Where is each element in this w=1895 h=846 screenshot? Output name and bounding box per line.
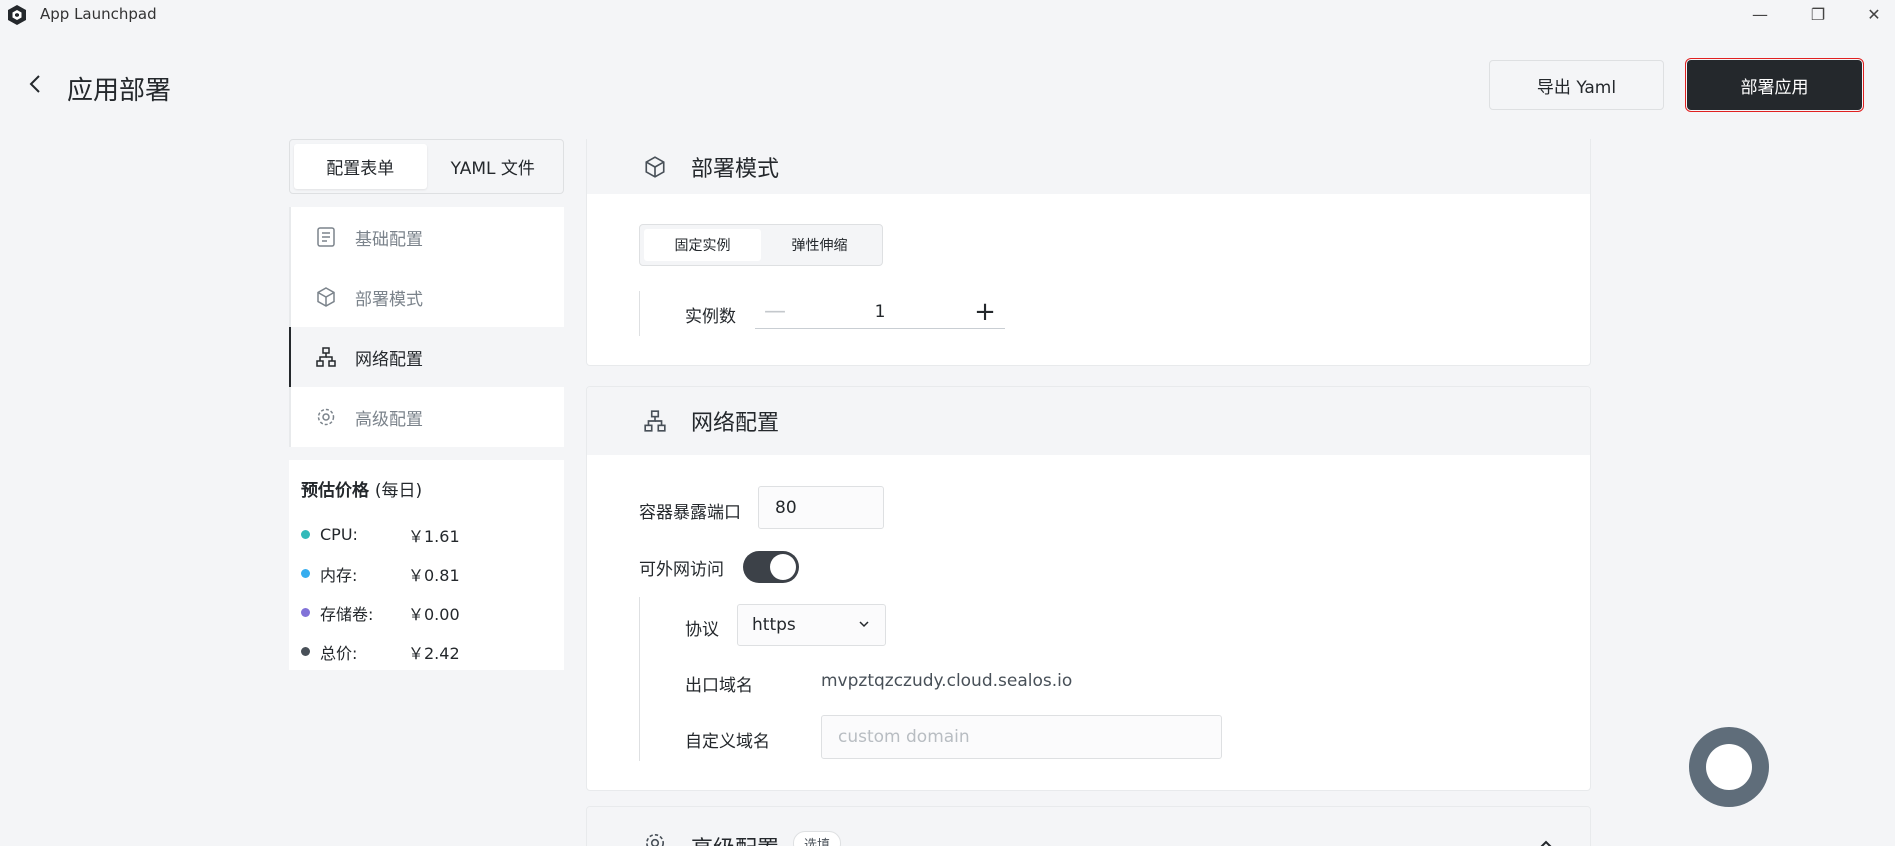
domain-label: 出口域名 xyxy=(685,676,753,696)
tab-config-form[interactable]: 配置表单 xyxy=(294,144,427,189)
minimize-button[interactable]: — xyxy=(1737,0,1783,28)
config-mode-tabs: 配置表单 YAML 文件 xyxy=(289,139,564,194)
nav-item-basic-config[interactable]: 基础配置 xyxy=(291,207,564,267)
port-input[interactable]: 80 xyxy=(758,486,884,529)
price-value: ￥2.42 xyxy=(408,643,460,663)
option-fixed-instance[interactable]: 固定实例 xyxy=(644,229,761,261)
network-config-card: 网络配置 容器暴露端口 80 可外网访问 协议 https 出口域名 mvpzt… xyxy=(586,386,1591,791)
nav-item-deploy-mode[interactable]: 部署模式 xyxy=(291,267,564,327)
price-estimate-panel: 预估价格 (每日) CPU: ￥1.61 内存: ￥0.81 存储卷: ￥0.0… xyxy=(289,460,564,670)
back-arrow-icon[interactable] xyxy=(24,72,48,96)
protocol-value: https xyxy=(752,615,796,635)
toggle-knob xyxy=(770,554,796,580)
divider xyxy=(639,597,640,761)
price-label: 存储卷: xyxy=(320,604,374,624)
network-icon xyxy=(644,410,666,432)
close-icon: ✕ xyxy=(1867,4,1881,24)
window-titlebar: App Launchpad — ❐ ✕ xyxy=(0,0,1895,30)
assistant-icon xyxy=(1706,744,1752,790)
nav-item-label: 网络配置 xyxy=(355,349,423,370)
price-label: CPU: xyxy=(320,525,358,544)
minimize-icon: — xyxy=(1752,4,1768,24)
price-row-storage: 存储卷: ￥0.00 xyxy=(301,593,552,632)
gear-icon xyxy=(646,834,664,846)
nav-item-network-config[interactable]: 网络配置 xyxy=(289,327,564,387)
advanced-config-header[interactable]: 高级配置 选填 xyxy=(587,807,1590,846)
gear-icon xyxy=(317,408,335,426)
instances-value[interactable]: 1 xyxy=(795,302,965,322)
document-icon xyxy=(317,227,335,247)
public-access-label: 可外网访问 xyxy=(639,560,724,580)
custom-domain-input[interactable]: custom domain xyxy=(821,715,1222,759)
protocol-select[interactable]: https xyxy=(737,604,886,646)
status-dot xyxy=(301,608,310,617)
custom-domain-label: 自定义域名 xyxy=(685,732,770,752)
nav-item-label: 高级配置 xyxy=(355,409,423,430)
chevron-down-icon xyxy=(859,621,869,628)
price-title: 预估价格 (每日) xyxy=(301,476,552,501)
price-value: ￥0.00 xyxy=(408,604,460,624)
close-button[interactable]: ✕ xyxy=(1851,0,1895,28)
tab-yaml-file[interactable]: YAML 文件 xyxy=(427,144,560,189)
optional-badge: 选填 xyxy=(793,831,842,846)
port-label: 容器暴露端口 xyxy=(639,503,741,523)
plus-icon[interactable]: + xyxy=(965,297,1005,327)
network-config-header: 网络配置 xyxy=(587,387,1590,455)
nav-item-label: 部署模式 xyxy=(355,289,423,310)
price-subtitle: (每日) xyxy=(374,481,423,501)
status-dot xyxy=(301,647,310,656)
section-nav: 基础配置 部署模式 网络配置 高级配置 xyxy=(289,207,564,447)
deploy-mode-card: 部署模式 固定实例 弹性伸缩 实例数 — 1 + xyxy=(586,139,1591,366)
app-launchpad-icon xyxy=(8,5,26,25)
floating-assistant-button[interactable] xyxy=(1689,727,1769,807)
minus-icon[interactable]: — xyxy=(755,299,795,324)
price-label: 总价: xyxy=(320,643,358,663)
price-row-memory: 内存: ￥0.81 xyxy=(301,554,552,593)
public-access-toggle[interactable] xyxy=(743,551,799,583)
maximize-button[interactable]: ❐ xyxy=(1795,0,1841,28)
deploy-mode-header: 部署模式 xyxy=(587,139,1590,194)
price-title-text: 预估价格 xyxy=(301,481,369,501)
deploy-app-button[interactable]: 部署应用 xyxy=(1685,58,1864,112)
cube-icon xyxy=(317,287,335,307)
price-label: 内存: xyxy=(320,565,358,585)
status-dot xyxy=(301,530,310,539)
window-title: App Launchpad xyxy=(40,5,157,23)
chevron-up-icon[interactable] xyxy=(1536,835,1556,846)
status-dot xyxy=(301,569,310,578)
page-title: 应用部署 xyxy=(67,76,172,106)
nav-item-advanced-config[interactable]: 高级配置 xyxy=(291,387,564,447)
price-value: ￥0.81 xyxy=(408,565,460,585)
card-title: 高级配置 xyxy=(691,831,779,846)
nav-item-label: 基础配置 xyxy=(355,229,423,250)
price-row-total: 总价: ￥2.42 xyxy=(301,632,552,671)
card-title: 网络配置 xyxy=(691,411,780,436)
export-yaml-button[interactable]: 导出 Yaml xyxy=(1489,60,1664,110)
card-title: 部署模式 xyxy=(691,156,780,182)
price-value: ￥1.61 xyxy=(408,526,460,546)
option-autoscale[interactable]: 弹性伸缩 xyxy=(761,229,878,261)
cube-icon xyxy=(645,155,665,178)
maximize-icon: ❐ xyxy=(1810,4,1826,24)
divider xyxy=(639,291,640,336)
domain-value: mvpztqzczudy.cloud.sealos.io xyxy=(821,671,1073,691)
network-icon xyxy=(316,347,336,367)
deploy-mode-switch: 固定实例 弹性伸缩 xyxy=(639,224,883,266)
price-row-cpu: CPU: ￥1.61 xyxy=(301,515,552,554)
instances-label: 实例数 xyxy=(685,307,736,327)
instances-stepper: — 1 + xyxy=(755,295,1005,329)
protocol-label: 协议 xyxy=(685,620,719,640)
advanced-config-card: 高级配置 选填 xyxy=(586,806,1591,846)
